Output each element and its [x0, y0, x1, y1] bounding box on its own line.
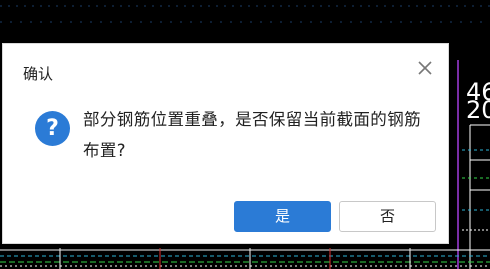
- drawing-label-2: 20: [466, 96, 490, 124]
- dialog-message: 部分钢筋位置重叠，是否保留当前截面的钢筋布置?: [83, 110, 421, 160]
- dialog-title: 确认: [23, 65, 54, 83]
- close-icon: [418, 61, 432, 75]
- yes-button[interactable]: 是: [234, 201, 331, 232]
- no-button[interactable]: 否: [339, 201, 436, 232]
- question-icon: ?: [35, 111, 70, 146]
- close-button[interactable]: [415, 58, 435, 78]
- confirm-dialog: 确认 ? 部分钢筋位置重叠，是否保留当前截面的钢筋布置? 是 否: [2, 43, 449, 244]
